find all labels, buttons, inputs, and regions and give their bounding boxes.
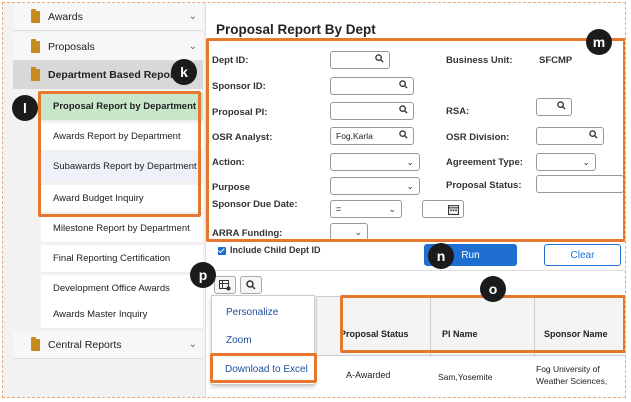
clear-button[interactable]: Clear bbox=[544, 244, 621, 266]
screenshot-frame: Awards ⌄ Proposals ⌄ Department Based Re… bbox=[2, 2, 626, 398]
include-child-checkbox[interactable] bbox=[218, 247, 226, 255]
sidebar-subitem-development-office[interactable]: Development Office Awards bbox=[41, 275, 203, 303]
sidebar-item-label: Department Based Reports bbox=[48, 69, 184, 81]
callout-badge-o: o bbox=[480, 276, 506, 302]
sidebar-item-label: Central Reports bbox=[48, 338, 122, 351]
callout-badge-l: l bbox=[12, 95, 38, 121]
sidebar-item-central-reports[interactable]: Central Reports ⌄ bbox=[13, 331, 203, 359]
callout-box-download bbox=[210, 353, 317, 383]
folder-icon bbox=[31, 8, 40, 23]
folder-icon bbox=[31, 67, 40, 81]
cell-proposal-status: A-Awarded bbox=[346, 370, 391, 380]
chevron-down-icon: ⌄ bbox=[188, 41, 197, 52]
sidebar-item-proposals[interactable]: Proposals ⌄ bbox=[13, 33, 203, 61]
cell-pi-name: Sam,Yosemite bbox=[438, 372, 493, 382]
grid-search-button[interactable] bbox=[240, 276, 262, 294]
grid-actions-button[interactable] bbox=[214, 276, 236, 294]
divider bbox=[206, 270, 625, 271]
callout-badge-n: n bbox=[428, 243, 454, 269]
callout-box-sidebar-reports bbox=[38, 91, 201, 217]
cell-sponsor-name-line1: Fog University of bbox=[536, 364, 600, 374]
cell-sponsor-name-line2: Weather Sciences, bbox=[536, 376, 608, 386]
main-panel: Proposal Report By Dept Dept ID: Sponsor… bbox=[190, 3, 625, 397]
menu-item-zoom[interactable]: Zoom bbox=[226, 335, 252, 346]
table-settings-icon bbox=[219, 279, 231, 290]
sidebar-subitem-milestone-report[interactable]: Milestone Report by Department bbox=[41, 215, 203, 243]
sidebar-subitem-final-reporting[interactable]: Final Reporting Certification bbox=[41, 245, 203, 273]
search-icon bbox=[246, 280, 256, 290]
callout-box-grid-columns bbox=[340, 295, 625, 353]
folder-icon bbox=[31, 38, 40, 53]
callout-box-filters bbox=[206, 38, 625, 242]
column-separator bbox=[316, 297, 317, 357]
callout-badge-p: p bbox=[190, 262, 216, 288]
sidebar-item-label: Awards bbox=[48, 10, 83, 23]
menu-item-personalize[interactable]: Personalize bbox=[226, 307, 278, 318]
chevron-down-icon: ⌄ bbox=[188, 11, 197, 22]
sidebar-item-label: Proposals bbox=[48, 40, 95, 53]
page-title: Proposal Report By Dept bbox=[216, 22, 376, 37]
folder-icon bbox=[31, 336, 40, 351]
include-child-label: Include Child Dept ID bbox=[230, 245, 321, 255]
callout-badge-m: m bbox=[586, 29, 612, 55]
sidebar-subitem-awards-master[interactable]: Awards Master Inquiry bbox=[41, 301, 203, 329]
callout-badge-k: k bbox=[171, 59, 197, 85]
sidebar-item-awards[interactable]: Awards ⌄ bbox=[13, 3, 203, 31]
chevron-down-icon: ⌄ bbox=[188, 339, 197, 350]
